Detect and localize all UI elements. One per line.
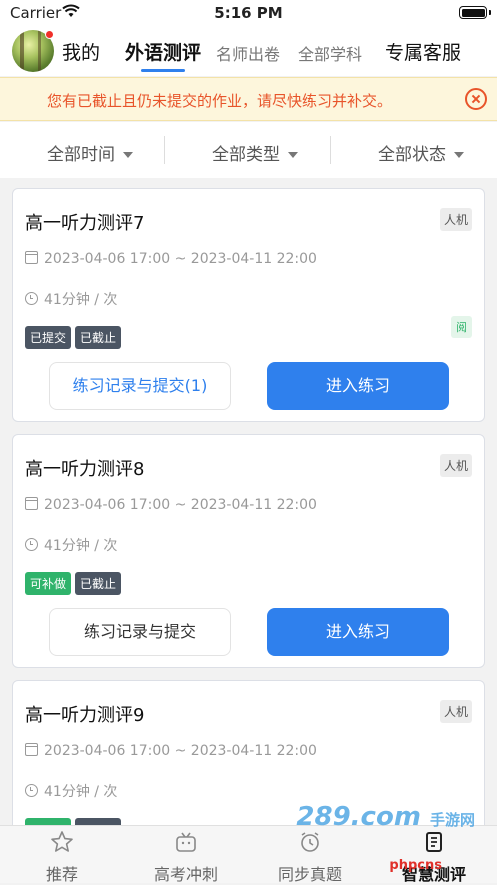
tab-customer-service[interactable]: 专属客服 bbox=[385, 38, 461, 65]
read-flag: 阅 bbox=[451, 316, 472, 338]
clock-icon bbox=[301, 832, 319, 852]
time-range-text: 2023-04-06 17:00 ~ 2023-04-11 22:00 bbox=[44, 743, 317, 759]
assignment-card: 高一听力测评8 人机 2023-04-06 17:00 ~ 2023-04-11… bbox=[12, 434, 485, 668]
clock-icon bbox=[25, 784, 38, 797]
divider bbox=[330, 136, 331, 164]
filter-type-label: 全部类型 bbox=[212, 145, 280, 165]
notice-text: 您有已截止且仍未提交的作业，请尽快练习并补交。 bbox=[47, 92, 393, 110]
filter-bar: 全部时间 全部类型 全部状态 bbox=[0, 122, 497, 178]
filter-time-label: 全部时间 bbox=[47, 145, 115, 165]
tab-sync-questions[interactable]: 同步真题 bbox=[248, 826, 372, 884]
assignment-title: 高一听力测评9 bbox=[25, 705, 145, 726]
status-badges bbox=[25, 818, 125, 825]
status-badge bbox=[25, 818, 71, 825]
filter-status[interactable]: 全部状态 bbox=[378, 140, 464, 165]
enter-practice-button[interactable]: 进入练习 bbox=[267, 362, 449, 410]
time-range-text: 2023-04-06 17:00 ~ 2023-04-11 22:00 bbox=[44, 497, 317, 513]
calendar-icon bbox=[25, 251, 38, 264]
status-badge: 已提交 bbox=[25, 326, 72, 349]
status-badges: 可补做 已截止 bbox=[25, 572, 125, 595]
top-nav: 我的 外语测评 名师出卷 全部学科 专属客服 bbox=[0, 26, 497, 76]
filter-status-label: 全部状态 bbox=[378, 145, 446, 165]
time-range-text: 2023-04-06 17:00 ~ 2023-04-11 22:00 bbox=[44, 251, 317, 267]
tab-recommend[interactable]: 推荐 bbox=[0, 826, 124, 884]
my-link[interactable]: 我的 bbox=[62, 38, 100, 65]
practice-record-button[interactable]: 练习记录与提交(1) bbox=[49, 362, 231, 410]
type-tag: 人机 bbox=[439, 454, 472, 477]
active-tab-indicator bbox=[141, 69, 185, 72]
battery-icon bbox=[459, 6, 491, 19]
tab-gaokao-sprint[interactable]: 高考冲刺 bbox=[124, 826, 248, 884]
enter-practice-button[interactable]: 进入练习 bbox=[267, 608, 449, 656]
unread-dot bbox=[45, 30, 54, 39]
tv-icon bbox=[176, 832, 196, 852]
tab-label: 高考冲刺 bbox=[153, 865, 218, 884]
assignment-title: 高一听力测评8 bbox=[25, 459, 145, 480]
duration-text: 41分钟 / 次 bbox=[44, 784, 118, 800]
notice-banner: 您有已截止且仍未提交的作业，请尽快练习并补交。 bbox=[0, 77, 497, 121]
assignment-card: 高一听力测评7 人机 2023-04-06 17:00 ~ 2023-04-11… bbox=[12, 188, 485, 422]
status-badge bbox=[75, 818, 121, 825]
watermark-logo: 289.com 手游网 bbox=[296, 802, 475, 832]
watermark-sub: 手游网 bbox=[429, 811, 475, 829]
star-icon bbox=[51, 831, 73, 852]
close-icon[interactable] bbox=[465, 88, 487, 110]
clock-time: 5:16 PM bbox=[214, 4, 283, 22]
duration: 41分钟 / 次 bbox=[25, 781, 117, 801]
watermark-site: phpcns bbox=[389, 858, 442, 873]
assignment-list[interactable]: 高一听力测评7 人机 2023-04-06 17:00 ~ 2023-04-11… bbox=[0, 178, 497, 825]
duration-text: 41分钟 / 次 bbox=[44, 538, 118, 554]
tab-foreign-language-assessment[interactable]: 外语测评 bbox=[125, 38, 201, 65]
caret-down-icon bbox=[288, 152, 298, 158]
calendar-icon bbox=[25, 497, 38, 510]
status-badges: 已提交 已截止 bbox=[25, 326, 125, 349]
type-tag: 人机 bbox=[439, 208, 472, 231]
duration: 41分钟 / 次 bbox=[25, 289, 117, 309]
watermark-main: 289.com bbox=[296, 802, 421, 832]
tab-teacher-papers[interactable]: 名师出卷 bbox=[216, 41, 280, 65]
tab-label: 同步真题 bbox=[277, 865, 342, 884]
time-range: 2023-04-06 17:00 ~ 2023-04-11 22:00 bbox=[25, 743, 317, 759]
tab-all-subjects[interactable]: 全部学科 bbox=[298, 41, 362, 65]
filter-type[interactable]: 全部类型 bbox=[212, 140, 298, 165]
document-icon bbox=[426, 832, 442, 852]
type-tag: 人机 bbox=[439, 700, 472, 723]
calendar-icon bbox=[25, 743, 38, 756]
caret-down-icon bbox=[123, 152, 133, 158]
status-badge: 可补做 bbox=[25, 572, 72, 595]
bottom-tab-bar: 推荐 高考冲刺 同步真题 智慧测评 bbox=[0, 825, 497, 884]
duration-text: 41分钟 / 次 bbox=[44, 292, 118, 308]
status-badge: 已截止 bbox=[75, 326, 122, 349]
caret-down-icon bbox=[454, 152, 464, 158]
tab-smart-assessment[interactable]: 智慧测评 bbox=[372, 826, 496, 884]
divider bbox=[164, 136, 165, 164]
tab-label: 推荐 bbox=[45, 865, 78, 884]
status-bar: Carrier 5:16 PM bbox=[0, 0, 497, 26]
time-range: 2023-04-06 17:00 ~ 2023-04-11 22:00 bbox=[25, 497, 317, 513]
assignment-title: 高一听力测评7 bbox=[25, 213, 145, 234]
filter-time[interactable]: 全部时间 bbox=[47, 140, 133, 165]
practice-record-button[interactable]: 练习记录与提交 bbox=[49, 608, 231, 656]
time-range: 2023-04-06 17:00 ~ 2023-04-11 22:00 bbox=[25, 251, 317, 267]
clock-icon bbox=[25, 538, 38, 551]
status-badge: 已截止 bbox=[75, 572, 122, 595]
duration: 41分钟 / 次 bbox=[25, 535, 117, 555]
clock-icon bbox=[25, 292, 38, 305]
